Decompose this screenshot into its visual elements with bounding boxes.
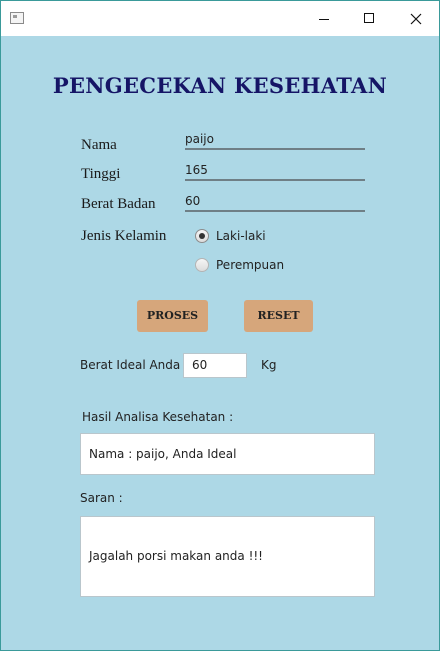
nama-label: Nama (81, 137, 117, 153)
jenis-kelamin-label: Jenis Kelamin (81, 228, 167, 244)
saran-textarea[interactable]: Jagalah porsi makan anda !!! (80, 516, 375, 597)
berat-ideal-unit: Kg (261, 358, 277, 372)
nama-field[interactable]: paijo (185, 132, 365, 150)
title-bar[interactable] (1, 1, 439, 36)
berat-badan-label: Berat Badan (81, 196, 156, 212)
radio-perempuan-label[interactable]: Perempuan (216, 258, 284, 272)
minimize-button[interactable] (301, 1, 347, 36)
berat-ideal-field[interactable]: 60 (183, 353, 247, 378)
close-icon (410, 13, 422, 25)
hasil-analisa-label: Hasil Analisa Kesehatan : (82, 410, 234, 424)
saran-label: Saran : (80, 491, 123, 505)
reset-button[interactable]: RESET (244, 300, 313, 332)
page-title: PENGECEKAN KESEHATAN (52, 73, 388, 98)
maximize-button[interactable] (347, 1, 393, 36)
radio-laki-laki[interactable] (195, 229, 209, 243)
hasil-analisa-textarea[interactable]: Nama : paijo, Anda Ideal (80, 433, 375, 475)
form-panel: PENGECEKAN KESEHATAN Nama paijo Tinggi 1… (1, 36, 439, 650)
radio-laki-laki-label[interactable]: Laki-laki (216, 229, 266, 243)
proses-button[interactable]: PROSES (137, 300, 208, 332)
close-button[interactable] (393, 1, 439, 36)
tinggi-field[interactable]: 165 (185, 163, 365, 181)
app-window: PENGECEKAN KESEHATAN Nama paijo Tinggi 1… (0, 0, 440, 651)
berat-ideal-label: Berat Ideal Anda (80, 358, 181, 372)
berat-badan-field[interactable]: 60 (185, 194, 365, 212)
app-window-icon (10, 12, 24, 24)
tinggi-label: Tinggi (81, 166, 121, 182)
radio-perempuan[interactable] (195, 258, 209, 272)
